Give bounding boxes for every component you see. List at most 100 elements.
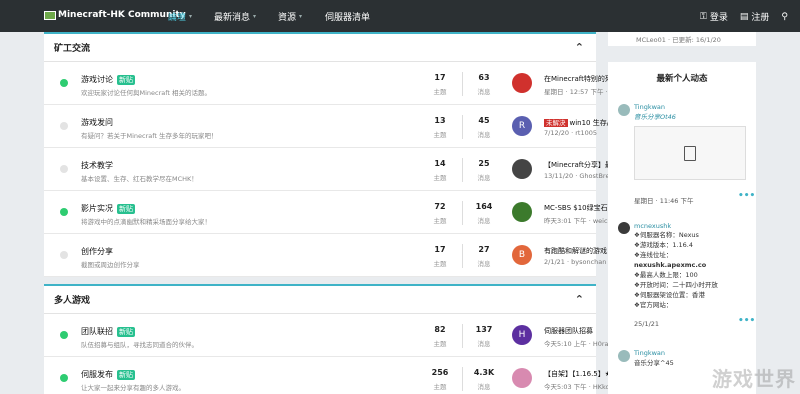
category-title: 多人游戏	[54, 296, 91, 306]
last-post-title[interactable]: 有跑酷和解谜的游戏!	[544, 246, 610, 256]
forum-description: 有疑问？若关于Minecraft 生存多年的玩家吧！	[81, 132, 218, 140]
nav-forums-label: 論壇	[168, 13, 187, 23]
chevron-down-icon[interactable]: ▾	[253, 13, 256, 20]
forum-title[interactable]: 游戏讨论 新贴	[81, 74, 135, 85]
forum-title-text[interactable]: 伺服发布	[81, 369, 113, 380]
register-label: 注册	[751, 13, 770, 23]
avatar[interactable]	[618, 350, 630, 362]
forum-node-row[interactable]: 团队联招 新贴 队伍招募与组队，寻找志同道合的伙伴。 82 主题 137 消息 H 伺服器团队招…	[44, 314, 622, 357]
avatar[interactable]	[618, 222, 630, 234]
avatar[interactable]: H	[512, 325, 532, 345]
chevron-up-icon[interactable]: ⌃	[575, 41, 584, 54]
forum-node-row[interactable]: 影片实况 新贴 将游戏中的点滴幽默和精采场面分享给大家！ 72 主题 164 消息 MC-SB…	[44, 191, 624, 234]
post-count-label: 消息	[477, 260, 491, 268]
post-text-line: ❖游戏版本：1.16.4	[634, 241, 694, 249]
forum-title-text[interactable]: 游戏讨论	[81, 74, 113, 85]
top-navigation-bar: Minecraft-HK Community 論壇 ▾ 最新消息 ▾ 資源 ▾ …	[0, 0, 800, 32]
login-label: 登录	[709, 13, 728, 23]
logo-mark-icon	[44, 10, 56, 20]
forum-node-row[interactable]: 游戏讨论 新贴 欢迎玩家讨论任何與Minecraft 相关的话题。 17 主题 63 消息在…	[44, 62, 628, 105]
thread-count-label: 主题	[433, 340, 447, 348]
avatar[interactable]	[512, 73, 532, 93]
profile-post	[618, 350, 630, 364]
avatar-letter: R	[518, 121, 526, 131]
forum-title[interactable]: 技术教学	[81, 160, 113, 171]
avatar[interactable]: B	[512, 245, 532, 265]
forum-node-row[interactable]: 游戏发问 有疑问？若关于Minecraft 生存多年的玩家吧！ 13 主题 45 消息 R 未…	[44, 105, 623, 148]
last-post-meta: 13/11/20 · GhostBread	[544, 172, 618, 180]
forum-title-text[interactable]: 创作分享	[81, 246, 113, 257]
thread-count-label: 主题	[433, 383, 447, 391]
search-icon[interactable]: ⚲	[781, 12, 788, 22]
post-count-label: 消息	[477, 131, 491, 139]
site-logo[interactable]: Minecraft-HK Community	[44, 10, 186, 20]
forum-node-row[interactable]: 技术教学 基本设置、生存、红石教学尽在MCHK！ 14 主题 25 消息 【Minecraf…	[44, 148, 629, 191]
chevron-down-icon[interactable]: ▾	[299, 13, 302, 20]
post-username[interactable]: Tingkwan	[634, 349, 674, 357]
forum-title[interactable]: 团队联招 新贴	[81, 326, 135, 337]
post-text[interactable]: 音乐分享^45	[634, 357, 674, 367]
profile-post-body: mcnexushk ❖伺服器名称：Nexus ❖游戏版本：1.16.4 ❖连线位址：…	[634, 222, 752, 310]
key-icon: ⚿	[700, 11, 707, 22]
post-count: 164	[475, 202, 493, 211]
more-options-icon[interactable]: •••	[738, 191, 755, 201]
site-logo-text: Minecraft-HK Community	[58, 10, 186, 20]
divider	[462, 367, 463, 391]
new-post-badge: 新贴	[117, 203, 135, 214]
chevron-up-icon[interactable]: ⌃	[575, 293, 584, 306]
thread-count: 13	[434, 116, 446, 125]
unread-status-icon	[60, 165, 68, 173]
post-count: 45	[478, 116, 490, 125]
nav-server-list-label: 伺服器清单	[325, 13, 371, 23]
more-options-icon[interactable]: •••	[738, 316, 755, 326]
register-icon: ▤	[739, 11, 749, 22]
forum-node-row[interactable]: 伺服发布 新贴 让大家一起来分享有趣的多人游戏。 256 主题 4.3K 消息 【自架】【1.…	[44, 357, 625, 394]
category-header[interactable]: 矿工交流 ⌃	[44, 34, 596, 62]
nav-resources[interactable]: 資源 ▾	[278, 10, 302, 23]
category-title: 矿工交流	[54, 44, 91, 54]
post-count-label: 消息	[477, 174, 491, 182]
thread-count-label: 主题	[433, 88, 447, 96]
post-username[interactable]: Tingkwan	[634, 103, 676, 111]
forum-title-text[interactable]: 游戏发问	[81, 117, 113, 128]
post-text-line: ❖最高人数上限：100	[634, 271, 698, 279]
last-post-title[interactable]: 伺服器团队招募	[544, 326, 593, 336]
last-post-title-text[interactable]: 伺服器团队招募	[544, 327, 593, 335]
avatar[interactable]: R	[512, 116, 532, 136]
thread-count: 256	[431, 368, 449, 377]
forum-title[interactable]: 创作分享	[81, 246, 113, 257]
avatar[interactable]	[512, 368, 532, 388]
post-count-label: 消息	[477, 217, 491, 225]
forum-node-row[interactable]: 创作分享 截图或周边创作分享 17 主题 27 消息 B 有跑酷和解谜的游戏! 2/1/21 ·…	[44, 234, 610, 277]
chevron-down-icon[interactable]: ▾	[189, 13, 192, 20]
forum-description: 基本设置、生存、红石教学尽在MCHK！	[81, 175, 198, 183]
forum-title-text[interactable]: 技术教学	[81, 160, 113, 171]
new-post-badge: 新贴	[117, 369, 135, 380]
category-header[interactable]: 多人游戏 ⌃	[44, 286, 596, 314]
avatar[interactable]	[512, 159, 532, 179]
post-text-line: ❖连线位址：	[634, 251, 673, 259]
divider	[462, 244, 463, 268]
post-username[interactable]: mcnexushk	[634, 222, 752, 230]
forum-title[interactable]: 伺服发布 新贴	[81, 369, 135, 380]
forum-title[interactable]: 游戏发问	[81, 117, 113, 128]
forum-title-text[interactable]: 团队联招	[81, 326, 113, 337]
profile-post	[618, 222, 630, 236]
nav-forums[interactable]: 論壇 ▾	[168, 10, 192, 23]
nav-news[interactable]: 最新消息 ▾	[214, 10, 256, 23]
post-text[interactable]: 音乐分享Ot46	[634, 111, 676, 121]
forum-title-text[interactable]: 影片实况	[81, 203, 113, 214]
post-count: 4.3K	[473, 368, 495, 377]
nav-server-list[interactable]: 伺服器清单	[325, 10, 370, 23]
last-post-title-text[interactable]: 有跑酷和解谜的游戏!	[544, 247, 610, 255]
divider	[462, 158, 463, 182]
video-thumbnail[interactable]	[634, 126, 746, 180]
forum-title[interactable]: 影片实况 新贴	[81, 203, 135, 214]
avatar[interactable]	[512, 202, 532, 222]
unread-status-icon	[60, 208, 68, 216]
login-link[interactable]: ⚿ 登录	[700, 10, 728, 24]
sidebar-title: 最新个人动态	[656, 74, 708, 84]
register-link[interactable]: ▤ 注册	[739, 10, 770, 24]
unread-status-icon	[60, 79, 68, 87]
avatar[interactable]	[618, 104, 630, 116]
